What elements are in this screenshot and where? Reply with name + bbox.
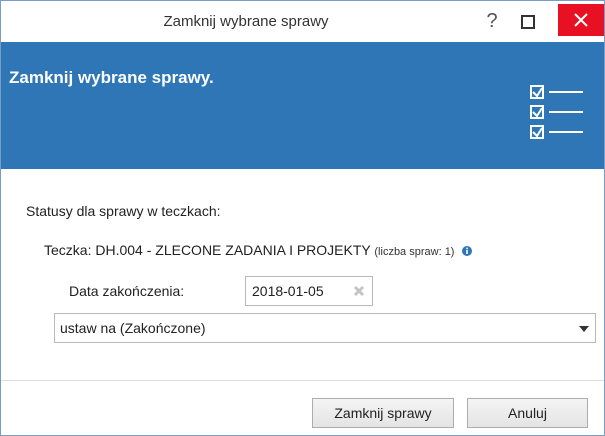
clear-date-button[interactable]	[346, 278, 372, 304]
help-icon: ?	[486, 10, 498, 32]
help-button[interactable]: ?	[477, 1, 507, 42]
end-date-value: 2018-01-05	[252, 283, 324, 299]
date-label: Data zakończenia:	[69, 283, 185, 299]
checklist-icon	[530, 85, 583, 139]
folder-label: Teczka: DH.004 - ZLECONE ZADANIA I PROJE…	[44, 242, 371, 258]
statuses-label: Statusy dla sprawy w teczkach:	[26, 203, 221, 219]
close-cases-button[interactable]: Zamknij sprawy	[312, 398, 454, 428]
window-title: Zamknij wybrane sprawy	[163, 13, 329, 30]
folder-count: (liczba spraw: 1)	[374, 246, 455, 258]
clear-icon	[353, 285, 365, 297]
title-bar: Zamknij wybrane sprawy ?	[1, 1, 604, 42]
header-title: Zamknij wybrane sprawy.	[9, 68, 214, 87]
footer-divider	[1, 380, 604, 381]
chevron-down-icon	[579, 326, 589, 332]
status-select-value: ustaw na (Zakończone)	[60, 320, 206, 336]
header-band: Zamknij wybrane sprawy.	[1, 42, 604, 169]
maximize-button[interactable]	[511, 1, 545, 42]
status-select[interactable]: ustaw na (Zakończone)	[54, 313, 596, 343]
close-button[interactable]	[558, 4, 604, 36]
close-icon	[574, 13, 588, 27]
maximize-icon	[521, 14, 535, 29]
end-date-field[interactable]: 2018-01-05	[245, 276, 373, 306]
folder-line: Teczka: DH.004 - ZLECONE ZADANIA I PROJE…	[44, 242, 473, 258]
dialog-window: Zamknij wybrane sprawy ? Zamknij wybrane…	[0, 0, 605, 436]
info-icon[interactable]	[462, 246, 473, 257]
cancel-button[interactable]: Anuluj	[467, 398, 588, 428]
